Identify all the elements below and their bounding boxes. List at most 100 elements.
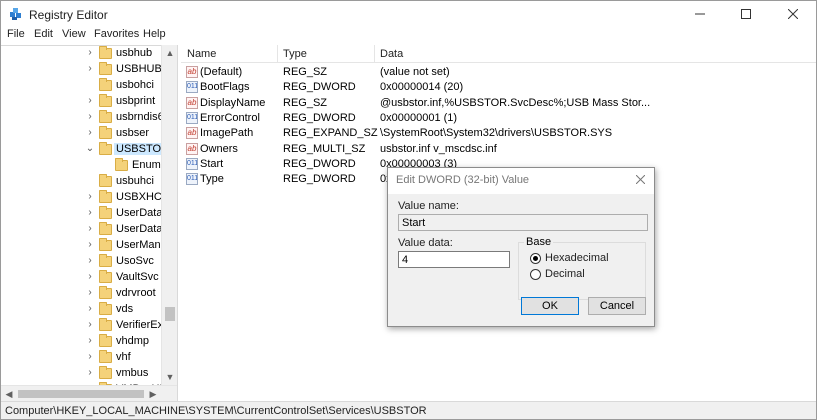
folder-icon	[99, 94, 112, 107]
tree-item[interactable]: › usbrndis6	[1, 110, 164, 126]
chevron-down-icon[interactable]: ⌄	[85, 143, 95, 154]
value-data: (value not set)	[380, 66, 450, 78]
list-item[interactable]: ab Owners REG_MULTI_SZ usbstor.inf v_mscdsc…	[181, 142, 816, 157]
chevron-right-icon[interactable]: ›	[85, 127, 95, 138]
value-name-label: Value name:	[398, 200, 459, 212]
tree-item[interactable]: › UserDataSv	[1, 222, 175, 238]
menu-view[interactable]: View	[62, 28, 86, 40]
tree-horizontal-scroll-thumb[interactable]	[18, 390, 144, 398]
folder-icon	[99, 334, 112, 347]
value-type: REG_SZ	[283, 66, 328, 78]
dialog-close-button[interactable]	[635, 171, 646, 187]
chevron-right-icon[interactable]: ›	[85, 95, 95, 106]
chevron-right-icon[interactable]: ›	[85, 207, 95, 218]
tree-item[interactable]: usbohci	[1, 78, 161, 94]
scroll-down-icon[interactable]: ▼	[162, 369, 178, 385]
tree-item-label: vdrvroot	[116, 287, 156, 299]
menu-bar: File Edit View Favorites Help	[1, 27, 816, 44]
tree-item[interactable]: › usbhub	[1, 46, 161, 62]
column-divider[interactable]	[277, 45, 278, 63]
tree-vertical-scroll-thumb[interactable]	[165, 307, 175, 321]
tree-item[interactable]: › UsoSvc	[1, 254, 161, 270]
value-name: Owners	[200, 142, 238, 155]
menu-file[interactable]: File	[7, 28, 25, 40]
minimize-button[interactable]	[677, 1, 723, 27]
title-bar: Registry Editor	[1, 1, 816, 27]
tree-item-label: vds	[116, 303, 134, 315]
scroll-right-icon[interactable]: ▶	[145, 386, 161, 402]
column-header-name[interactable]: Name	[187, 48, 216, 60]
value-type: REG_DWORD	[283, 111, 356, 124]
chevron-right-icon[interactable]: ›	[85, 191, 95, 202]
value-name-field[interactable]	[398, 214, 648, 231]
string-value-icon: ab	[186, 127, 198, 140]
chevron-right-icon[interactable]: ›	[85, 63, 95, 74]
list-item[interactable]: 011 BootFlags REG_DWORD 0x00000014 (20)	[181, 80, 816, 95]
cancel-button[interactable]: Cancel	[588, 297, 646, 315]
chevron-right-icon[interactable]: ›	[85, 319, 95, 330]
tree-item[interactable]: › usbprint	[1, 94, 161, 110]
chevron-right-icon[interactable]: ›	[85, 335, 95, 346]
menu-help[interactable]: Help	[143, 28, 166, 40]
tree-item[interactable]: › VaultSvc	[1, 270, 161, 286]
menu-favorites[interactable]: Favorites	[94, 28, 139, 40]
chevron-right-icon[interactable]: ›	[85, 223, 95, 234]
tree-vertical-scrollbar[interactable]: ▲ ▼	[161, 45, 177, 385]
value-name: ErrorControl	[200, 111, 260, 124]
chevron-right-icon[interactable]: ›	[85, 271, 95, 282]
binary-value-icon: 011	[186, 81, 198, 94]
list-item[interactable]: ab (Default) REG_SZ (value not set)	[181, 65, 816, 80]
close-icon	[787, 8, 799, 20]
column-header-type[interactable]: Type	[283, 48, 307, 60]
close-button[interactable]	[770, 1, 816, 27]
tree-item[interactable]: › vds	[1, 302, 161, 318]
list-item[interactable]: ab ImagePath REG_EXPAND_SZ \SystemRoot\Syst…	[181, 126, 816, 141]
tree-item[interactable]: › UserDataSv	[1, 206, 175, 222]
value-type: REG_DWORD	[283, 81, 356, 94]
chevron-right-icon[interactable]: ›	[85, 303, 95, 314]
tree-item[interactable]: › VerifierExt	[1, 318, 166, 334]
value-name: Type	[200, 173, 224, 186]
folder-icon	[99, 238, 112, 251]
hexadecimal-radio[interactable]	[530, 253, 541, 264]
key-tree[interactable]: › usbhub › USBHUB3 usbohci › usbprint › usbrndis…	[1, 45, 177, 385]
chevron-right-icon[interactable]: ›	[85, 367, 95, 378]
decimal-radio[interactable]	[530, 269, 541, 280]
tree-item[interactable]: › vmbus	[1, 366, 161, 382]
list-item[interactable]: 011 ErrorControl REG_DWORD 0x00000001 (1)	[181, 111, 816, 126]
tree-item[interactable]: › USBHUB3	[1, 62, 168, 78]
chevron-right-icon[interactable]: ›	[85, 111, 95, 122]
tree-item[interactable]: › USBXHCI	[1, 190, 165, 206]
value-data-field[interactable]	[398, 251, 510, 268]
column-divider[interactable]	[374, 45, 375, 63]
close-icon	[635, 174, 646, 185]
chevron-right-icon[interactable]: ›	[85, 239, 95, 250]
string-value-icon: ab	[186, 142, 198, 155]
tree-item[interactable]: ⌄ USBSTOR	[1, 142, 171, 158]
maximize-button[interactable]	[723, 1, 769, 27]
value-data: 0x00000001 (1)	[380, 111, 458, 124]
tree-item[interactable]: › vdrvroot	[1, 286, 161, 302]
decimal-label[interactable]: Decimal	[545, 268, 585, 280]
dialog-title: Edit DWORD (32-bit) Value	[396, 174, 530, 186]
chevron-right-icon[interactable]: ›	[85, 255, 95, 266]
chevron-right-icon[interactable]: ›	[85, 287, 95, 298]
folder-icon	[99, 110, 112, 123]
list-item[interactable]: ab DisplayName REG_SZ @usbstor.inf,%USBSTOR…	[181, 96, 816, 111]
chevron-right-icon[interactable]: ›	[85, 351, 95, 362]
tree-item[interactable]: Enum	[1, 158, 161, 174]
tree-item[interactable]: › vhdmp	[1, 334, 161, 350]
chevron-right-icon[interactable]: ›	[85, 47, 95, 58]
column-header-data[interactable]: Data	[380, 48, 403, 60]
menu-edit[interactable]: Edit	[34, 28, 53, 40]
ok-button[interactable]: OK	[521, 297, 579, 315]
tree-item[interactable]: › UserManag	[1, 238, 173, 254]
tree-horizontal-scrollbar[interactable]: ◀ ▶	[1, 385, 177, 401]
tree-item[interactable]: › usbser	[1, 126, 161, 142]
hexadecimal-label[interactable]: Hexadecimal	[545, 252, 609, 264]
scroll-left-icon[interactable]: ◀	[1, 386, 17, 402]
tree-item[interactable]: › vhf	[1, 350, 161, 366]
tree-item[interactable]: usbuhci	[1, 174, 161, 190]
scroll-up-icon[interactable]: ▲	[162, 45, 178, 61]
tree-item-label: vhf	[116, 351, 131, 363]
